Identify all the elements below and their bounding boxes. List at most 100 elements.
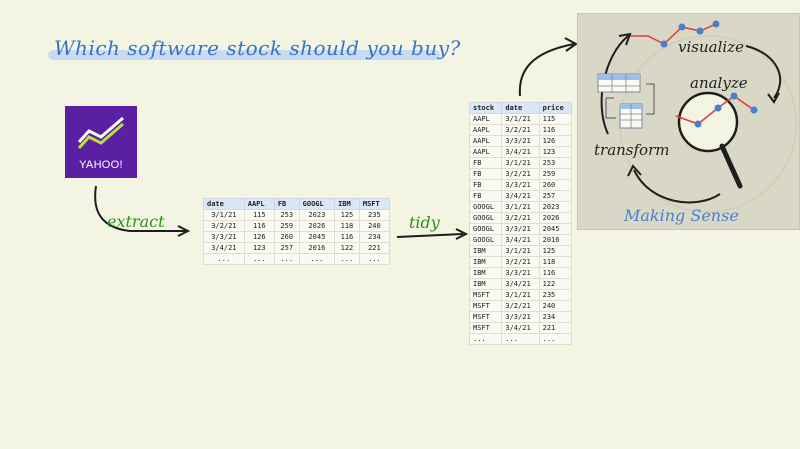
column-header: IBM — [334, 198, 360, 210]
column-header: GOOGL — [298, 198, 336, 210]
tidy-table-row: AAPL 3/1/21 115 — [468, 113, 573, 125]
arrow-to-panel — [518, 43, 575, 97]
column-header: stock — [468, 102, 503, 114]
table-cell: 123 — [538, 146, 573, 158]
arrow-tidy — [396, 233, 464, 238]
table-cell: 260 — [273, 231, 300, 243]
table-cell: 257 — [538, 190, 573, 202]
table-cell: 234 — [538, 311, 573, 323]
table-cell: 125 — [538, 245, 573, 257]
tidy-table-row: AAPL 3/3/21 126 — [468, 135, 573, 147]
tidy-table-row: IBM 3/3/21 116 — [468, 267, 573, 279]
table-cell: 122 — [538, 278, 573, 290]
table-cell: 2045 — [538, 223, 573, 235]
table-cell: FB — [468, 179, 503, 191]
extract-label: extract — [107, 212, 165, 231]
wide-stock-table: date AAPL FB GOOGL IBM MSFT 3/1/21 115 253 2023 1… — [203, 198, 391, 265]
table-cell: MSFT — [468, 322, 503, 334]
wide-table-row: 3/3/21 126 260 2045 116 234 — [203, 231, 391, 243]
table-cell: 3/2/21 — [501, 168, 540, 180]
table-cell: 115 — [243, 209, 275, 221]
table-cell: 115 — [538, 113, 573, 125]
table-cell: IBM — [468, 256, 503, 268]
table-cell: 3/3/21 — [501, 135, 540, 147]
table-cell: 3/4/21 — [501, 234, 540, 246]
table-cell: 126 — [538, 135, 573, 147]
table-cell: 2045 — [298, 231, 336, 243]
column-header: FB — [273, 198, 300, 210]
column-header: date — [501, 102, 540, 114]
table-cell: 3/1/21 — [501, 201, 540, 213]
table-cell: FB — [468, 190, 503, 202]
table-cell: 3/3/21 — [501, 267, 540, 279]
table-cell: 3/4/21 — [203, 242, 245, 254]
table-cell: 3/3/21 — [501, 179, 540, 191]
table-cell: 3/1/21 — [501, 289, 540, 301]
table-cell: ... — [334, 253, 360, 265]
tidy-table-row: IBM 3/2/21 118 — [468, 256, 573, 268]
table-cell: 116 — [243, 220, 275, 232]
table-cell: 3/2/21 — [501, 256, 540, 268]
table-cell: 253 — [273, 209, 300, 221]
table-cell: 3/2/21 — [203, 220, 245, 232]
wide-table-body: 3/1/21 115 253 2023 125 235 3/2/21 116 259 2026 11… — [203, 209, 391, 265]
table-cell: 2023 — [538, 201, 573, 213]
table-cell: 3/4/21 — [501, 278, 540, 290]
table-cell: 118 — [334, 220, 360, 232]
table-cell: 122 — [334, 242, 360, 254]
table-cell: 3/1/21 — [203, 209, 245, 221]
table-cell: ... — [243, 253, 275, 265]
table-cell: 253 — [538, 157, 573, 169]
column-header: price — [538, 102, 573, 114]
table-cell: 3/3/21 — [203, 231, 245, 243]
tidy-table-row: FB 3/3/21 260 — [468, 179, 573, 191]
table-cell: 2016 — [298, 242, 336, 254]
table-cell: GOOGL — [468, 201, 503, 213]
table-cell: ... — [468, 333, 503, 345]
tidy-table-row: AAPL 3/4/21 123 — [468, 146, 573, 158]
table-cell: MSFT — [468, 300, 503, 312]
table-cell: GOOGL — [468, 223, 503, 235]
table-cell: 3/3/21 — [501, 223, 540, 235]
table-cell: 240 — [538, 300, 573, 312]
tidy-table-row: AAPL 3/2/21 116 — [468, 124, 573, 136]
wide-table-row: 3/1/21 115 253 2023 125 235 — [203, 209, 391, 221]
table-cell: 2026 — [538, 212, 573, 224]
table-cell: 116 — [334, 231, 360, 243]
table-cell: 235 — [358, 209, 391, 221]
table-cell: 2023 — [298, 209, 336, 221]
transform-label: transform — [594, 141, 670, 159]
tidy-table-row: GOOGL 3/2/21 2026 — [468, 212, 573, 224]
table-cell: AAPL — [468, 146, 503, 158]
tidy-table-header: stock date price — [468, 102, 573, 114]
table-cell: GOOGL — [468, 212, 503, 224]
table-cell: ... — [298, 253, 336, 265]
table-cell: 116 — [538, 267, 573, 279]
table-cell: AAPL — [468, 113, 503, 125]
column-header: MSFT — [358, 198, 391, 210]
table-cell: 125 — [334, 209, 360, 221]
table-cell: 3/1/21 — [501, 157, 540, 169]
table-cell: 3/1/21 — [501, 113, 540, 125]
table-cell: 221 — [538, 322, 573, 334]
making-sense-label: Making Sense — [624, 206, 739, 225]
table-cell: 240 — [358, 220, 391, 232]
tidy-table-row: MSFT 3/3/21 234 — [468, 311, 573, 323]
visualize-label: visualize — [678, 38, 744, 56]
table-cell: IBM — [468, 278, 503, 290]
tidy-label: tidy — [409, 213, 440, 232]
wide-table-row: .................. — [203, 253, 391, 265]
tidy-table-row: FB 3/1/21 253 — [468, 157, 573, 169]
table-cell: 3/2/21 — [501, 124, 540, 136]
column-header: AAPL — [243, 198, 275, 210]
transform-tables-icon — [597, 73, 655, 129]
table-cell: AAPL — [468, 124, 503, 136]
table-cell: ... — [273, 253, 300, 265]
tidy-table-row: IBM 3/1/21 125 — [468, 245, 573, 257]
table-cell: FB — [468, 168, 503, 180]
magnifier-icon — [677, 91, 739, 153]
table-cell: 3/4/21 — [501, 146, 540, 158]
tidy-table-row: GOOGL 3/4/21 2016 — [468, 234, 573, 246]
wide-table-row: 3/2/21 116 259 2026 118 240 — [203, 220, 391, 232]
table-cell: 3/2/21 — [501, 212, 540, 224]
